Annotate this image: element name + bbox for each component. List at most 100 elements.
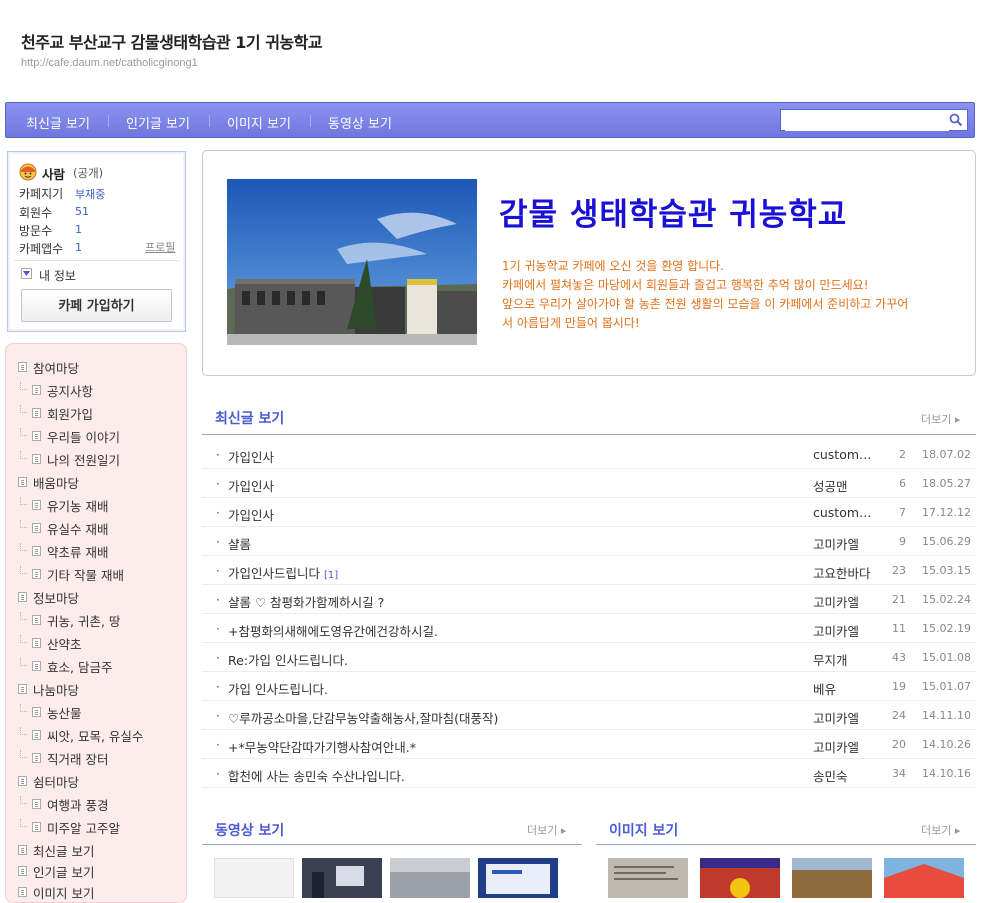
sidebar-item[interactable]: 씨앗, 묘목, 유실수 [47, 726, 143, 745]
sidebar-item[interactable]: 기타 작물 재배 [47, 565, 124, 584]
video-thumbnail[interactable] [302, 858, 382, 898]
post-title-text[interactable]: 샬롬 [228, 537, 251, 552]
post-title[interactable]: 샬롬 [228, 534, 255, 553]
post-title[interactable]: 가입인사 [228, 476, 278, 495]
post-title[interactable]: +*무농약단감따가기행사참여안내.* [228, 737, 420, 756]
my-info-toggle[interactable]: 내 정보 [39, 267, 76, 284]
post-row[interactable]: · 합천에 사는 송민숙 수산나입니다. 송민숙 34 14.10.16 [202, 759, 976, 788]
search-icon[interactable] [949, 113, 963, 127]
post-author[interactable]: 고요한바다 [813, 563, 871, 582]
image-more-link[interactable]: 더보기 ▸ [921, 822, 960, 838]
image-thumbnail[interactable] [700, 858, 780, 898]
nav-video-view[interactable]: 동영상 보기 [328, 113, 392, 132]
post-title-text[interactable]: 가입인사 [228, 450, 274, 465]
post-title-text[interactable]: 샬롬 ♡ 참평화가함께하시길 ? [228, 595, 384, 610]
post-author[interactable]: 고미카엘 [813, 621, 859, 640]
post-author[interactable]: 송민숙 [813, 766, 848, 785]
post-title-text[interactable]: Re:가입 인사드립니다. [228, 653, 348, 668]
post-row[interactable]: · 가입인사 성공맨 6 18.05.27 [202, 469, 976, 498]
post-row[interactable]: · 가입 인사드립니다. 베유 19 15.01.07 [202, 672, 976, 701]
sidebar-item[interactable]: 귀농, 귀촌, 땅 [47, 611, 120, 630]
post-title[interactable]: 가입인사 [228, 505, 278, 524]
recent-more-link[interactable]: 더보기 ▸ [921, 411, 960, 427]
profile-name[interactable]: 사람 [42, 164, 65, 183]
sidebar-item[interactable]: 유기농 재배 [47, 496, 108, 515]
post-row[interactable]: · 샬롬 고미카엘 9 15.06.29 [202, 527, 976, 556]
post-author[interactable]: 베유 [813, 679, 836, 698]
post-row[interactable]: · +참평화의새해에도영유간에건강하시길. 고미카엘 11 15.02.19 [202, 614, 976, 643]
post-title[interactable]: +참평화의새해에도영유간에건강하시길. [228, 621, 442, 640]
sidebar-item[interactable]: 직거래 장터 [47, 749, 108, 768]
profile-value-members[interactable]: 51 [75, 205, 89, 218]
image-thumbnail[interactable] [608, 858, 688, 898]
sidebar-item[interactable]: 참여마당 [33, 358, 79, 377]
post-title-text[interactable]: +참평화의새해에도영유간에건강하시길. [228, 624, 438, 639]
nav-recent-posts[interactable]: 최신글 보기 [26, 113, 90, 132]
post-row[interactable]: · 가입인사 custom… 2 18.07.02 [202, 440, 976, 469]
image-section-title[interactable]: 이미지 보기 [609, 820, 678, 840]
post-title[interactable]: ♡루까공소마을,단감무농약출해농사,잘마침(대풍작) [228, 708, 502, 727]
sidebar-item[interactable]: 공지사항 [47, 381, 93, 400]
sidebar-item[interactable]: 여행과 풍경 [47, 795, 108, 814]
post-title-text[interactable]: +*무농약단감따가기행사참여안내.* [228, 740, 416, 755]
video-thumbnail[interactable] [214, 858, 294, 898]
post-title-text[interactable]: ♡루까공소마을,단감무농약출해농사,잘마침(대풍작) [228, 711, 498, 726]
profile-link[interactable]: 프로필 [145, 239, 175, 255]
comment-count[interactable]: [1] [324, 570, 338, 581]
post-row[interactable]: · 가입인사드립니다 [1] 고요한바다 23 15.03.15 [202, 556, 976, 585]
post-row[interactable]: · +*무농약단감따가기행사참여안내.* 고미카엘 20 14.10.26 [202, 730, 976, 759]
post-author[interactable]: 무지개 [813, 650, 848, 669]
sidebar-item[interactable]: 인기글 보기 [33, 862, 94, 881]
sidebar-item[interactable]: 우리들 이야기 [47, 427, 120, 446]
post-title-text[interactable]: 가입인사 [228, 508, 274, 523]
video-section-title[interactable]: 동영상 보기 [215, 820, 284, 840]
sidebar-item[interactable]: 정보마당 [33, 588, 79, 607]
post-title[interactable]: 샬롬 ♡ 참평화가함께하시길 ? [228, 592, 388, 611]
search-input[interactable] [785, 111, 949, 131]
post-author[interactable]: 고미카엘 [813, 708, 859, 727]
post-title[interactable]: 합천에 사는 송민숙 수산나입니다. [228, 766, 409, 785]
nav-image-view[interactable]: 이미지 보기 [227, 113, 291, 132]
post-title[interactable]: 가입 인사드립니다. [228, 679, 332, 698]
video-thumbnail[interactable] [478, 858, 558, 898]
sidebar-item[interactable]: 쉼터마당 [33, 772, 79, 791]
video-thumbnail[interactable] [390, 858, 470, 898]
sidebar-item[interactable]: 유실수 재배 [47, 519, 108, 538]
sidebar-item[interactable]: 최신글 보기 [33, 841, 94, 860]
post-title-text[interactable]: 합천에 사는 송민숙 수산나입니다. [228, 769, 405, 784]
post-author[interactable]: 고미카엘 [813, 737, 859, 756]
post-author[interactable]: 성공맨 [813, 476, 848, 495]
post-title[interactable]: Re:가입 인사드립니다. [228, 650, 352, 669]
post-title[interactable]: 가입인사 [228, 447, 278, 466]
post-author[interactable]: custom… [813, 447, 872, 462]
join-cafe-button[interactable]: 카페 가입하기 [21, 289, 172, 322]
sidebar-item[interactable]: 농산물 [47, 703, 82, 722]
post-title-text[interactable]: 가입 인사드립니다. [228, 682, 328, 697]
post-author[interactable]: 고미카엘 [813, 534, 859, 553]
post-row[interactable]: · ♡루까공소마을,단감무농약출해농사,잘마침(대풍작) 고미카엘 24 14.11.1… [202, 701, 976, 730]
post-title-text[interactable]: 가입인사 [228, 479, 274, 494]
nav-popular-posts[interactable]: 인기글 보기 [126, 113, 190, 132]
image-thumbnail[interactable] [884, 858, 964, 898]
cafe-title[interactable]: 천주교 부산교구 감물생태학습관 1기 귀농학교 [21, 29, 323, 53]
sidebar-item[interactable]: 회원가입 [47, 404, 93, 423]
post-title[interactable]: 가입인사드립니다 [1] [228, 563, 338, 582]
post-title-text[interactable]: 가입인사드립니다 [228, 566, 320, 581]
post-author[interactable]: 고미카엘 [813, 592, 859, 611]
sidebar-item[interactable]: 산약초 [47, 634, 82, 653]
post-row[interactable]: · 샬롬 ♡ 참평화가함께하시길 ? 고미카엘 21 15.02.24 [202, 585, 976, 614]
cafe-url[interactable]: http://cafe.daum.net/catholicginong1 [21, 57, 198, 69]
image-thumbnail[interactable] [792, 858, 872, 898]
sidebar-item[interactable]: 약초류 재배 [47, 542, 108, 561]
recent-posts-title[interactable]: 최신글 보기 [215, 408, 284, 428]
sidebar-item[interactable]: 배움마당 [33, 473, 79, 492]
sidebar-item[interactable]: 나의 전원일기 [47, 450, 120, 469]
post-row[interactable]: · 가입인사 custom… 7 17.12.12 [202, 498, 976, 527]
video-more-link[interactable]: 더보기 ▸ [527, 822, 566, 838]
expand-down-icon[interactable] [21, 268, 32, 279]
sidebar-item[interactable]: 나눔마당 [33, 680, 79, 699]
sidebar-item[interactable]: 효소, 담금주 [47, 657, 112, 676]
sidebar-item[interactable]: 미주알 고주알 [47, 818, 120, 837]
post-author[interactable]: custom… [813, 505, 872, 520]
post-row[interactable]: · Re:가입 인사드립니다. 무지개 43 15.01.08 [202, 643, 976, 672]
